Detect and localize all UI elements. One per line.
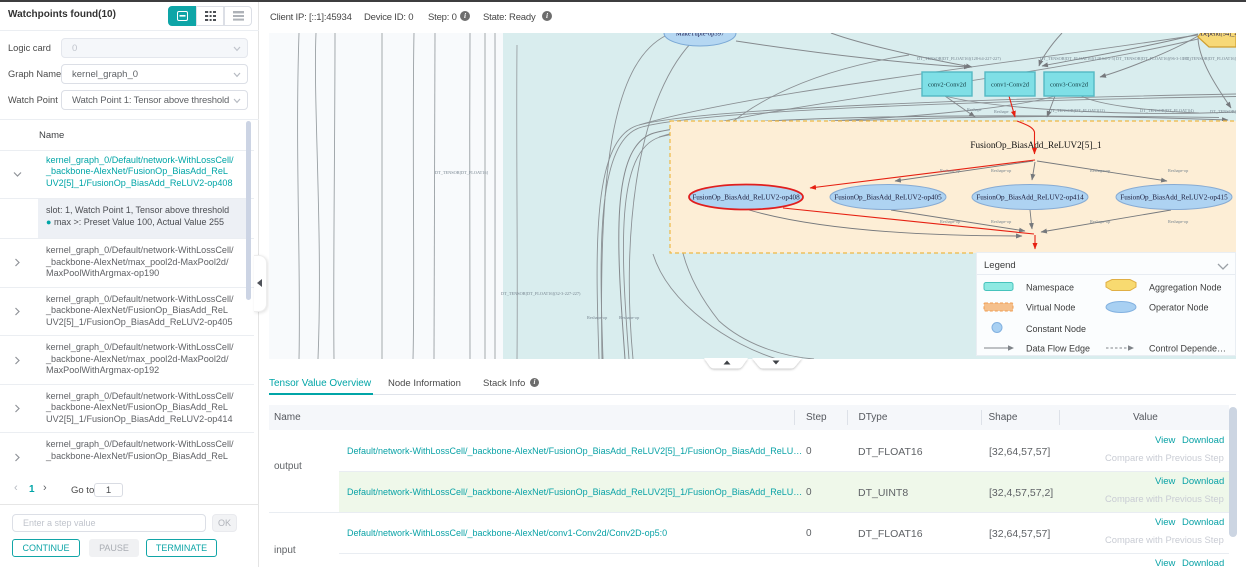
- svg-text:Data Flow Edge: Data Flow Edge: [1026, 344, 1090, 354]
- svg-text:MakeTuple-op397: MakeTuple-op397: [676, 33, 725, 38]
- svg-text:Depend[54]_4: Depend[54]_4: [1200, 33, 1236, 38]
- svg-text:DT_TENSOR[DT_FLOAT16](96-3-11-: DT_TENSOR[DT_FLOAT16](96-3-11-11): [1116, 56, 1191, 61]
- svg-text:DT_TENSOR[DT_FLOAT16](42-11-11: DT_TENSOR[DT_FLOAT16](42-11-11): [1183, 56, 1236, 61]
- svg-text:Aggregation Node: Aggregation Node: [1149, 283, 1222, 293]
- svg-text:DT_TENSOR[DT_FLOAT16](128-64-2: DT_TENSOR[DT_FLOAT16](128-64-227-227): [917, 56, 1001, 61]
- svg-text:Reshape-op: Reshape-op: [1168, 219, 1188, 224]
- svg-text:Virtual Node: Virtual Node: [1026, 303, 1075, 313]
- svg-text:Control Depende…: Control Depende…: [1149, 344, 1226, 354]
- svg-text:Reshape-op: Reshape-op: [991, 168, 1011, 173]
- svg-text:Reshape-op: Reshape-op: [1168, 168, 1188, 173]
- svg-text:FusionOp_BiasAdd_ReLUV2-op405: FusionOp_BiasAdd_ReLUV2-op405: [834, 194, 942, 202]
- svg-text:FusionOp_BiasAdd_ReLUV2[5]_1: FusionOp_BiasAdd_ReLUV2[5]_1: [970, 140, 1102, 150]
- svg-text:Reshape-op: Reshape-op: [587, 315, 607, 320]
- svg-text:DT_TENSOR[DT_FLOAT](4): DT_TENSOR[DT_FLOAT](4): [1140, 108, 1194, 113]
- svg-text:DT_TENSOR[DT_FLOAT16](32-3-227: DT_TENSOR[DT_FLOAT16](32-3-227-227): [501, 291, 581, 296]
- svg-text:Reshape-op: Reshape-op: [1090, 219, 1110, 224]
- svg-text:Reshape-op: Reshape-op: [1090, 168, 1110, 173]
- svg-text:conv3-Conv2d: conv3-Conv2d: [1050, 82, 1089, 89]
- svg-text:Constant Node: Constant Node: [1026, 324, 1086, 334]
- svg-text:Reshape-op: Reshape-op: [940, 168, 960, 173]
- svg-text:Namespace: Namespace: [1026, 283, 1074, 293]
- svg-text:Operator Node: Operator Node: [1149, 303, 1209, 313]
- svg-text:Reshape-op: Reshape-op: [940, 219, 960, 224]
- svg-text:Reshape: Reshape: [994, 109, 1009, 114]
- svg-text:Reshape-op: Reshape-op: [619, 315, 639, 320]
- svg-text:conv1-Conv2d: conv1-Conv2d: [991, 82, 1030, 89]
- svg-text:DT_TENSOR[DT_FLOAT16]: DT_TENSOR[DT_FLOAT16]: [435, 170, 489, 175]
- svg-text:DT_TENSOR[DT]: DT_TENSOR[DT]: [1210, 109, 1236, 114]
- svg-text:FusionOp_BiasAdd_ReLUV2-op414: FusionOp_BiasAdd_ReLUV2-op414: [976, 194, 1084, 202]
- svg-text:FusionOp_BiasAdd_ReLUV2-op408: FusionOp_BiasAdd_ReLUV2-op408: [692, 194, 800, 202]
- svg-text:FusionOp_BiasAdd_ReLUV2-op415: FusionOp_BiasAdd_ReLUV2-op415: [1120, 194, 1228, 202]
- svg-text:DT_TENSOR[DT_FLOAT16](128-64-5: DT_TENSOR[DT_FLOAT16](128-64-5-5): [1040, 56, 1116, 61]
- svg-text:Reshape-op: Reshape-op: [991, 219, 1011, 224]
- svg-text:conv2-Conv2d: conv2-Conv2d: [928, 82, 967, 89]
- svg-text:Reshape: Reshape: [967, 107, 982, 112]
- svg-text:DT_TENSOR[DT_FLOAT](12): DT_TENSOR[DT_FLOAT](12): [1049, 108, 1105, 113]
